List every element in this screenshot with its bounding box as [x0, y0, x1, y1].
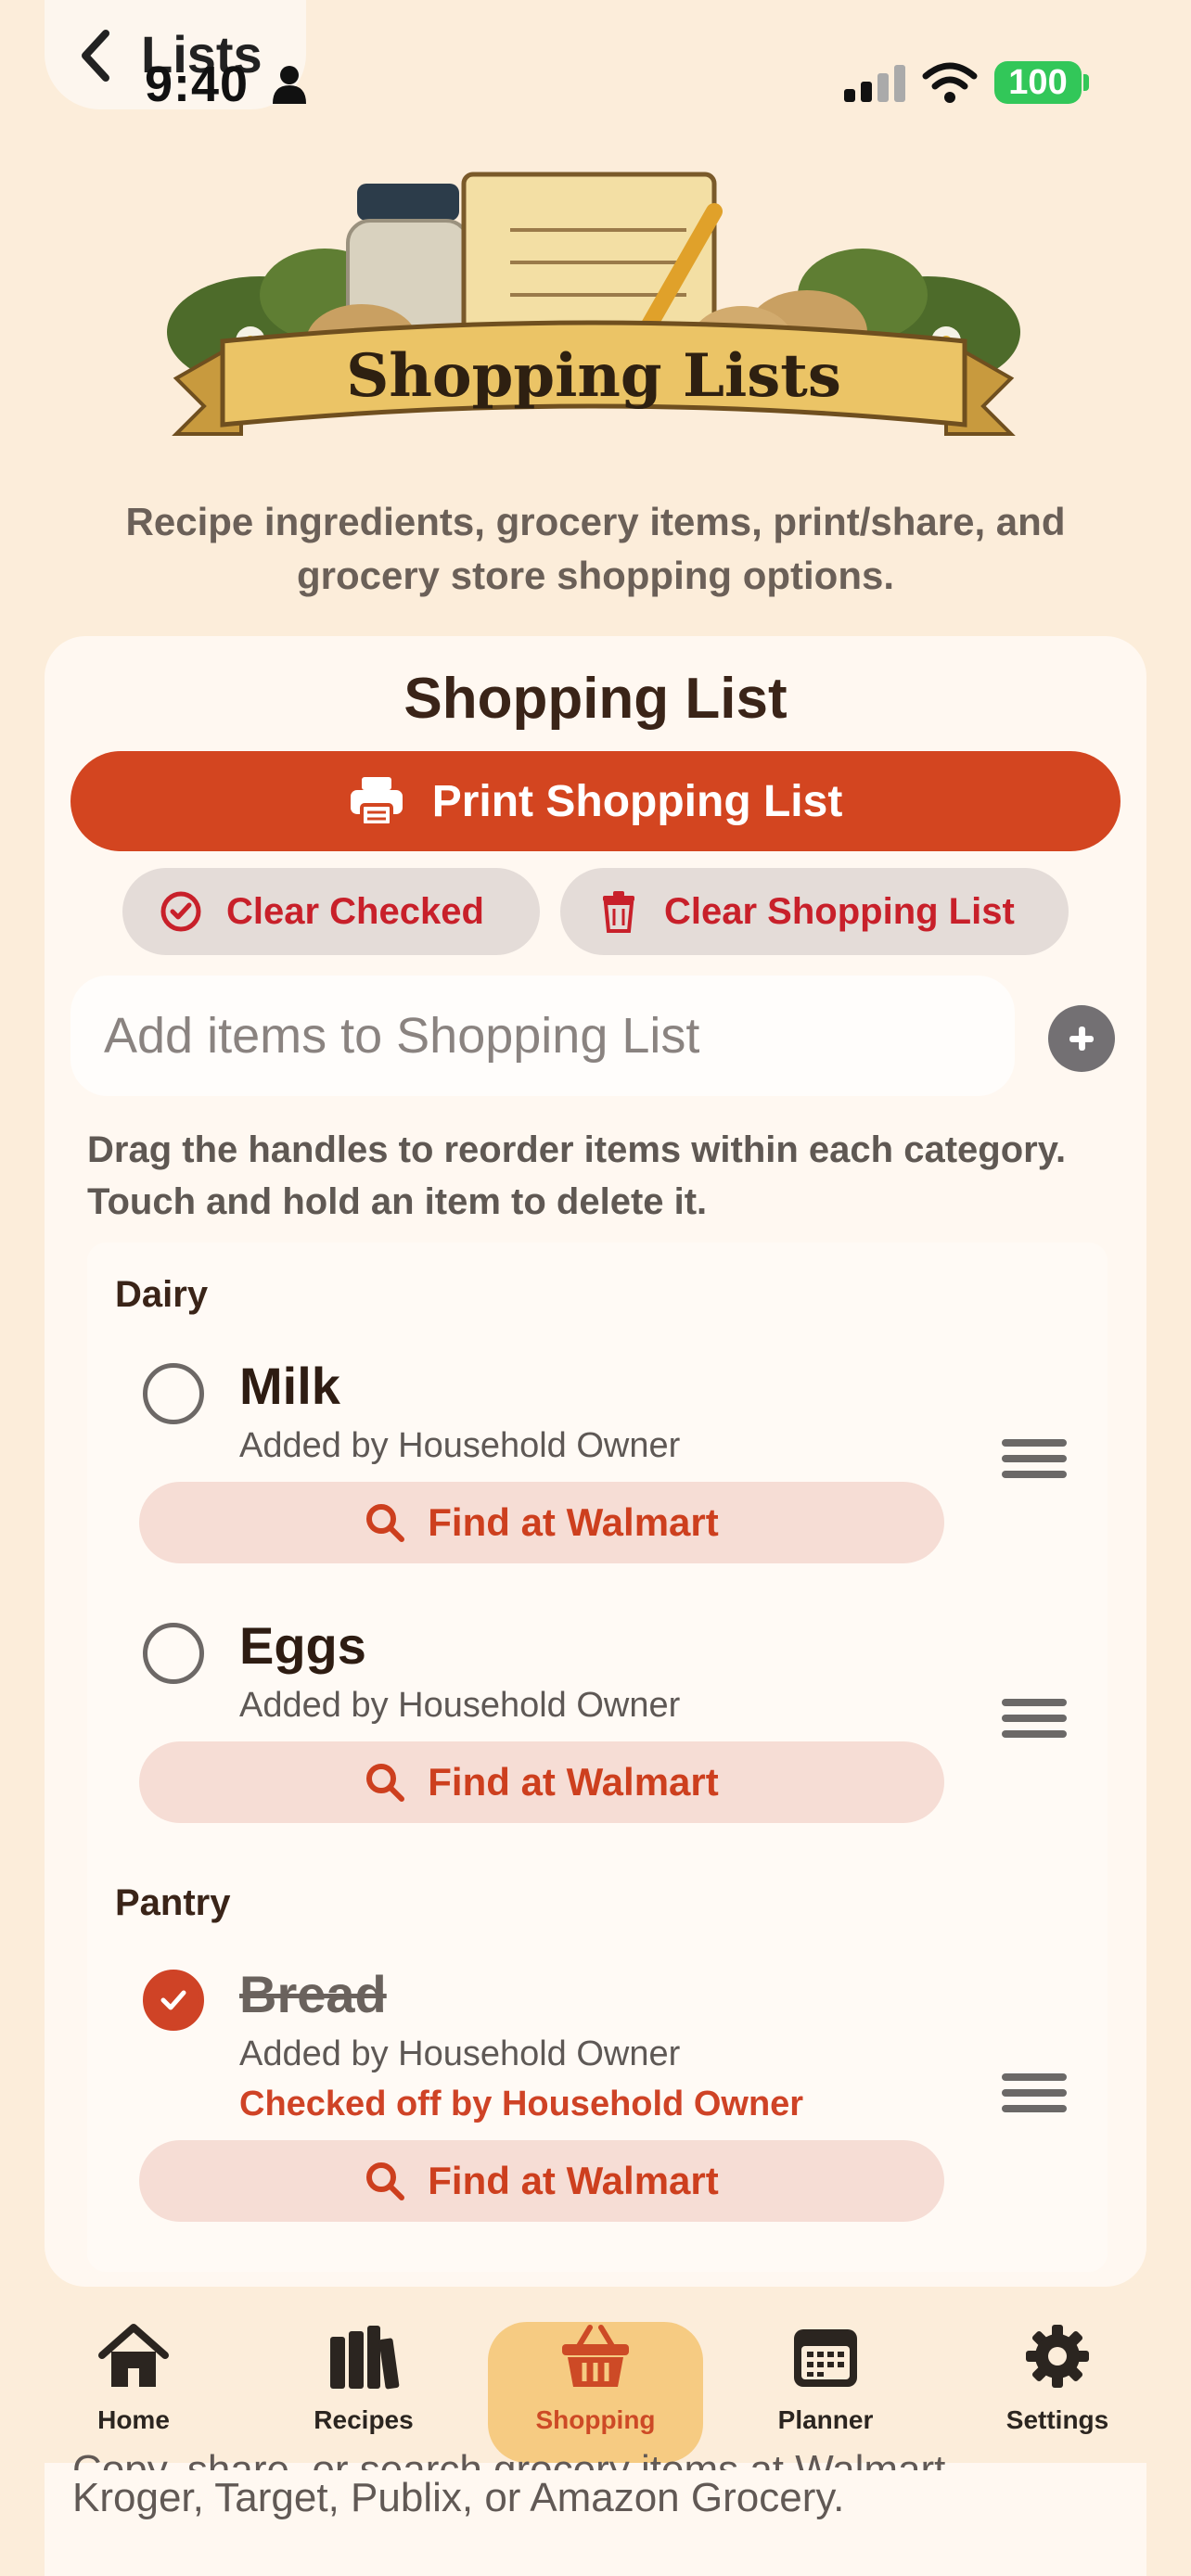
footer-line-1: Copy, share, or search grocery items at … — [72, 2447, 957, 2470]
item-name[interactable]: Bread — [239, 1964, 387, 2024]
tab-settings[interactable]: Settings — [965, 2322, 1150, 2461]
item-added-by: Added by Household Owner — [239, 2034, 681, 2073]
gear-icon — [1026, 2325, 1089, 2388]
clear-list-label: Clear Shopping List — [664, 890, 1015, 932]
printer-icon — [350, 777, 403, 827]
find-at-walmart-button[interactable]: Find at Walmart — [139, 1741, 944, 1823]
footer-note: Copy, share, or search grocery items at … — [72, 2447, 1167, 2526]
tab-recipes[interactable]: Recipes — [271, 2322, 456, 2461]
find-at-walmart-button[interactable]: Find at Walmart — [139, 1482, 944, 1563]
item-added-by: Added by Household Owner — [239, 1426, 681, 1465]
item-checkbox[interactable] — [143, 1363, 204, 1424]
find-label: Find at Walmart — [428, 1500, 719, 1544]
tab-planner[interactable]: Planner — [733, 2322, 918, 2461]
checkmark-icon — [160, 1990, 186, 2010]
footer-line-2: Kroger, Target, Publix, or Amazon Grocer… — [72, 2475, 845, 2520]
status-time: 9:40 — [145, 57, 250, 112]
banner-title: Shopping Lists — [346, 341, 841, 411]
cellular-signal-icon — [844, 65, 905, 102]
tab-label: Home — [97, 2405, 170, 2434]
card-title: Shopping List — [403, 667, 788, 731]
chevron-left-icon[interactable] — [78, 28, 115, 83]
item-added-by: Added by Household Owner — [239, 1686, 681, 1725]
item-checked-by: Checked off by Household Owner — [239, 2085, 804, 2123]
basket-icon — [562, 2325, 629, 2387]
tab-label: Shopping — [535, 2405, 656, 2434]
clear-checked-label: Clear Checked — [226, 890, 484, 932]
page-subtitle: Recipe ingredients, grocery items, print… — [125, 500, 1066, 597]
clear-shopping-list-button[interactable]: Clear Shopping List — [560, 868, 1069, 955]
find-label: Find at Walmart — [428, 2159, 719, 2202]
add-item-input[interactable] — [70, 976, 1015, 1096]
home-icon — [98, 2324, 169, 2387]
battery-indicator: 100 — [994, 61, 1082, 104]
banner-illustration — [167, 172, 1020, 436]
category-label: Dairy — [115, 1274, 209, 1315]
trash-icon — [603, 891, 634, 933]
tab-home[interactable]: Home — [41, 2322, 226, 2461]
item-checkbox-checked[interactable] — [143, 1970, 204, 2031]
check-circle-icon — [160, 891, 201, 932]
find-label: Find at Walmart — [428, 1760, 719, 1804]
item-name[interactable]: Eggs — [239, 1615, 366, 1676]
person-icon — [273, 66, 306, 104]
drag-handle-icon[interactable] — [1002, 1439, 1067, 1482]
tab-shopping[interactable]: Shopping — [503, 2322, 688, 2461]
drag-handle-icon[interactable] — [1002, 2073, 1067, 2116]
drag-handle-icon[interactable] — [1002, 1699, 1067, 1741]
tab-label: Recipes — [314, 2405, 414, 2434]
calendar-icon — [794, 2329, 857, 2387]
battery-nub — [1083, 74, 1089, 91]
search-icon — [366, 1764, 405, 1802]
helper-text: Drag the handles to reorder items within… — [87, 1129, 1067, 1222]
item-checkbox[interactable] — [143, 1623, 204, 1684]
print-shopping-list-button[interactable]: Print Shopping List — [70, 751, 1121, 851]
tab-label: Planner — [777, 2405, 874, 2434]
find-at-walmart-button[interactable]: Find at Walmart — [139, 2140, 944, 2222]
books-icon — [330, 2326, 400, 2390]
add-item-button[interactable] — [1048, 1005, 1115, 1072]
shopping-lists-banner: Shopping Lists — [158, 156, 1030, 462]
print-button-label: Print Shopping List — [431, 776, 843, 826]
wifi-icon — [922, 62, 978, 103]
item-name[interactable]: Milk — [239, 1356, 340, 1416]
search-icon — [366, 1504, 405, 1542]
category-label: Pantry — [115, 1882, 231, 1923]
clear-checked-button[interactable]: Clear Checked — [122, 868, 540, 955]
tab-label: Settings — [1005, 2405, 1109, 2434]
search-icon — [366, 2162, 405, 2200]
